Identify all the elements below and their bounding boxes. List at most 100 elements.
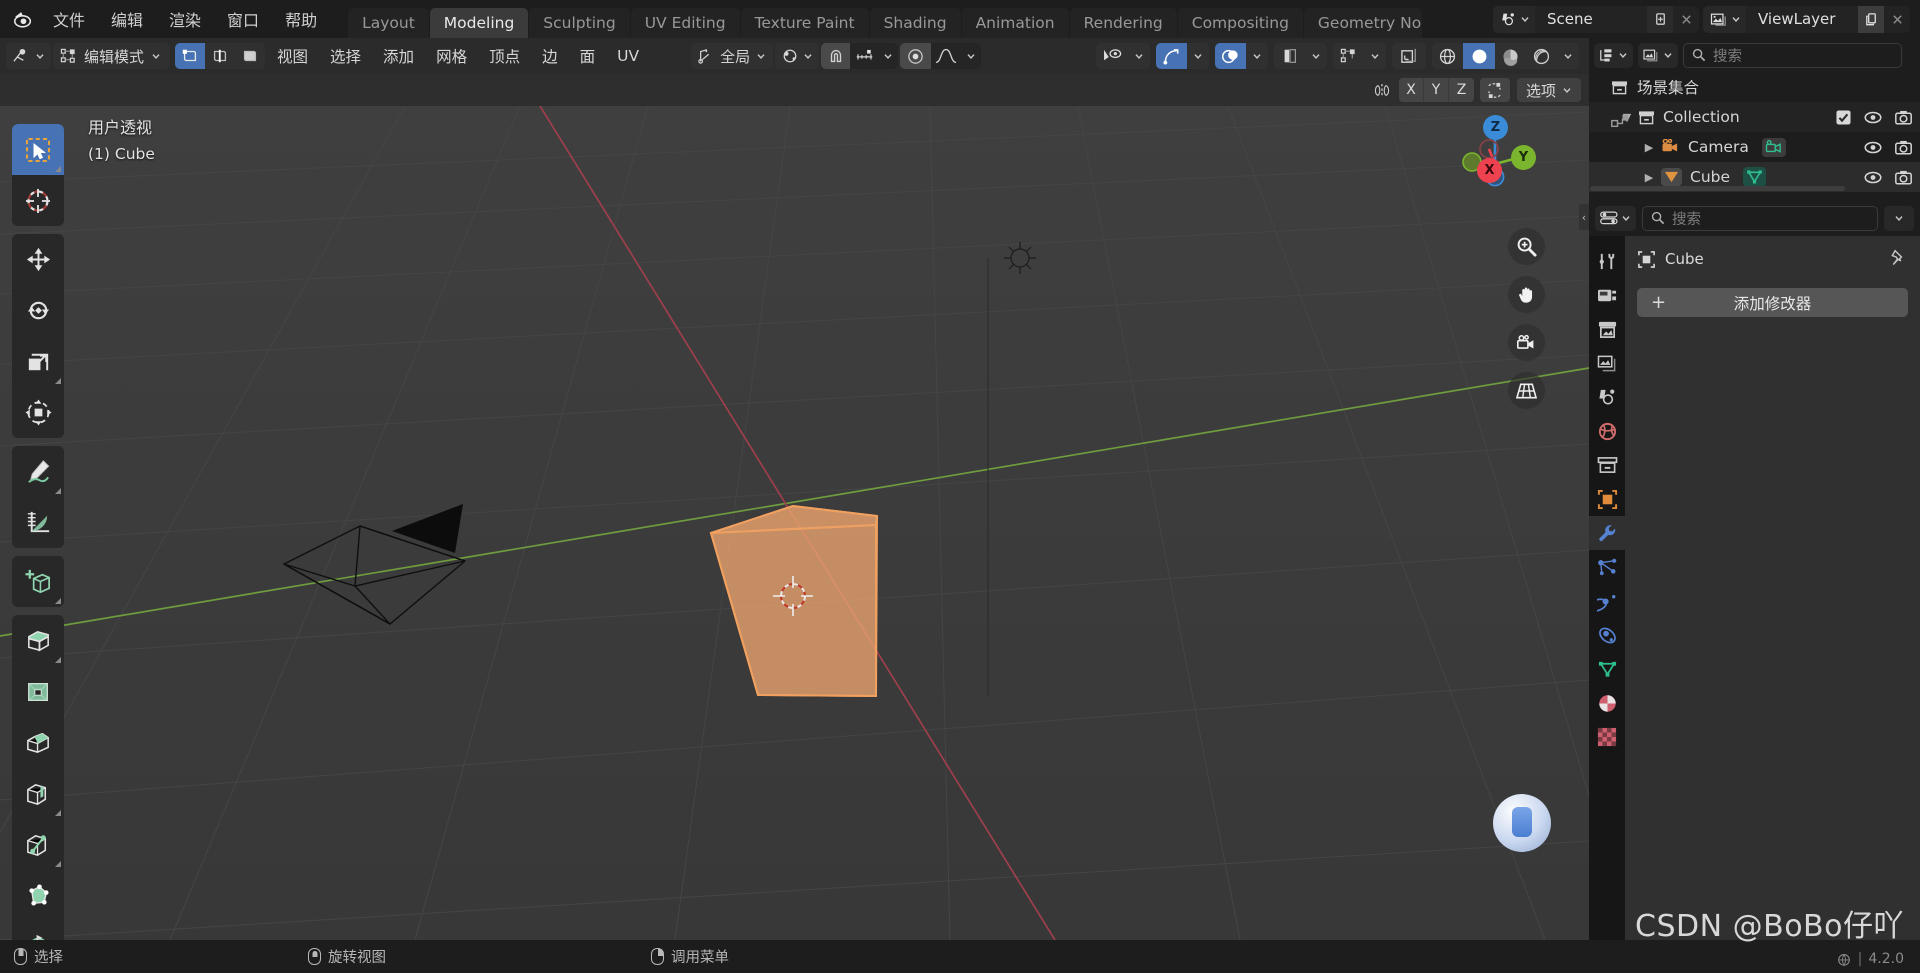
menu-edge[interactable]: 边 — [532, 43, 568, 69]
material-preview-shading[interactable] — [1495, 43, 1526, 69]
snap-options-chevron-down-icon[interactable] — [878, 43, 899, 69]
solid-shading[interactable] — [1463, 43, 1495, 69]
proportional-falloff-icon[interactable] — [931, 43, 962, 69]
tool-spin[interactable] — [12, 921, 64, 940]
shading-chevron-down-icon[interactable] — [1557, 43, 1579, 69]
toggle-local-view-icon[interactable] — [1392, 43, 1426, 69]
viewlayer-browse-icon[interactable] — [1703, 5, 1746, 33]
tab-collection[interactable] — [1589, 448, 1625, 482]
viewport-sidebar-toggle[interactable]: ‹ — [1579, 204, 1589, 230]
copy-viewlayer-icon[interactable] — [1858, 5, 1884, 33]
scene-browse-icon[interactable] — [1493, 5, 1535, 33]
workspace-tab-modeling[interactable]: Modeling — [429, 8, 529, 38]
toggle-xray-icon[interactable] — [1274, 43, 1305, 69]
checkbox-checked[interactable] — [1836, 109, 1851, 125]
mesh-data-icon[interactable] — [1743, 167, 1767, 187]
properties-search-input[interactable]: 搜索 — [1642, 205, 1878, 231]
scene-name-field[interactable]: Scene — [1535, 5, 1647, 33]
menu-window[interactable]: 窗口 — [214, 0, 272, 38]
xray-chevron-down-icon[interactable] — [1305, 43, 1327, 69]
transform-orientation-selector[interactable]: 全局 — [691, 43, 774, 69]
mirror-axis-y[interactable]: Y — [1423, 78, 1449, 102]
workspace-tab-uv-editing[interactable]: UV Editing — [630, 8, 740, 38]
tab-physics[interactable] — [1589, 584, 1625, 618]
toggle-perspective-icon[interactable] — [1508, 372, 1545, 409]
camera-icon[interactable] — [1895, 110, 1912, 125]
topology-mirror-icon[interactable] — [1479, 78, 1510, 102]
proportional-edit-toggle-icon[interactable] — [900, 43, 932, 69]
editor-type-3dview-icon[interactable] — [6, 43, 51, 69]
eye-icon[interactable] — [1864, 141, 1882, 154]
tool-knife[interactable] — [12, 819, 64, 870]
tool-measure[interactable] — [12, 497, 64, 548]
outliner-display-mode-icon[interactable] — [1594, 42, 1633, 68]
snap-target-icon[interactable] — [850, 43, 879, 69]
tool-bevel[interactable] — [12, 717, 64, 768]
menu-mesh[interactable]: 网格 — [426, 43, 477, 69]
tool-add-cube[interactable] — [12, 556, 64, 607]
workspace-tab-sculpting[interactable]: Sculpting — [529, 8, 630, 38]
workspace-tab-compositing[interactable]: Compositing — [1177, 8, 1303, 38]
menu-face[interactable]: 面 — [570, 43, 606, 69]
workspace-tab-geometry-nodes[interactable]: Geometry No — [1303, 8, 1422, 38]
interaction-mode-selector[interactable]: 编辑模式 — [53, 43, 171, 69]
tab-view-layer[interactable] — [1589, 346, 1625, 380]
camera-icon[interactable] — [1895, 140, 1912, 155]
tab-modifiers[interactable] — [1589, 516, 1625, 550]
viewlayer-name-field[interactable]: ViewLayer — [1746, 5, 1858, 33]
tab-render[interactable] — [1589, 278, 1625, 312]
menu-add[interactable]: 添加 — [373, 43, 424, 69]
outliner-horizontal-scrollbar[interactable] — [1590, 186, 1845, 191]
menu-select[interactable]: 选择 — [320, 43, 371, 69]
object-types-visibility-icon[interactable] — [1333, 43, 1364, 69]
camera-icon[interactable] — [1895, 170, 1912, 185]
tool-transform[interactable] — [12, 387, 64, 438]
tool-extrude-region[interactable] — [12, 615, 64, 666]
menu-file[interactable]: 文件 — [40, 0, 98, 38]
menu-vertex[interactable]: 顶点 — [479, 43, 530, 69]
tab-particles[interactable] — [1589, 550, 1625, 584]
new-scene-icon[interactable] — [1647, 5, 1673, 33]
workspace-tab-animation[interactable]: Animation — [961, 8, 1069, 38]
outliner-filter-icon[interactable] — [1638, 42, 1678, 68]
tool-poly-build[interactable] — [12, 870, 64, 921]
tab-texture[interactable] — [1589, 720, 1625, 754]
properties-expand-chevron-down-icon[interactable] — [1884, 205, 1914, 231]
menu-view[interactable]: 视图 — [267, 43, 318, 69]
tool-rotate[interactable] — [12, 285, 64, 336]
tab-scene[interactable] — [1589, 380, 1625, 414]
tool-annotate[interactable] — [12, 446, 64, 497]
tool-tweak-select-box[interactable] — [12, 124, 64, 175]
tab-constraints[interactable] — [1589, 618, 1625, 652]
visibility-chevron-down-icon[interactable] — [1128, 43, 1150, 69]
tool-inset-faces[interactable] — [12, 666, 64, 717]
proportional-falloff-chevron-down-icon[interactable] — [961, 43, 982, 69]
pivot-point-selector[interactable] — [775, 43, 820, 69]
delete-viewlayer-close-icon[interactable] — [1884, 5, 1910, 33]
chevron-right-icon[interactable]: ▶ — [1641, 141, 1657, 154]
overlays-chevron-down-icon[interactable] — [1246, 43, 1268, 69]
tool-scale[interactable] — [12, 336, 64, 387]
wireframe-shading[interactable] — [1432, 43, 1463, 69]
show-gizmos-icon[interactable] — [1156, 43, 1187, 69]
show-gizmo-eye-icon[interactable] — [1096, 43, 1128, 69]
mirror-axis-z[interactable]: Z — [1448, 78, 1474, 102]
tab-tool[interactable] — [1589, 244, 1625, 278]
menu-render[interactable]: 渲染 — [156, 0, 214, 38]
properties-editor-icon[interactable] — [1595, 205, 1636, 231]
outliner-editor-type-icon[interactable] — [1611, 113, 1632, 135]
outliner-scene-collection[interactable]: 场景集合 — [1589, 72, 1920, 102]
tab-object-data[interactable] — [1589, 652, 1625, 686]
delete-scene-close-icon[interactable] — [1673, 5, 1699, 33]
pin-icon[interactable] — [1889, 249, 1906, 270]
add-modifier-button[interactable]: + 添加修改器 — [1637, 288, 1908, 317]
tab-output[interactable] — [1589, 312, 1625, 346]
eye-icon[interactable] — [1864, 111, 1882, 124]
menu-uv[interactable]: UV — [607, 43, 649, 69]
outliner-object-camera[interactable]: ▶ Camera — [1589, 132, 1920, 162]
tool-cursor[interactable] — [12, 175, 64, 226]
gizmo-chevron-down-icon[interactable] — [1187, 43, 1209, 69]
show-overlays-icon[interactable] — [1215, 43, 1246, 69]
pan-view-icon[interactable] — [1508, 276, 1545, 313]
eye-icon[interactable] — [1864, 171, 1882, 184]
